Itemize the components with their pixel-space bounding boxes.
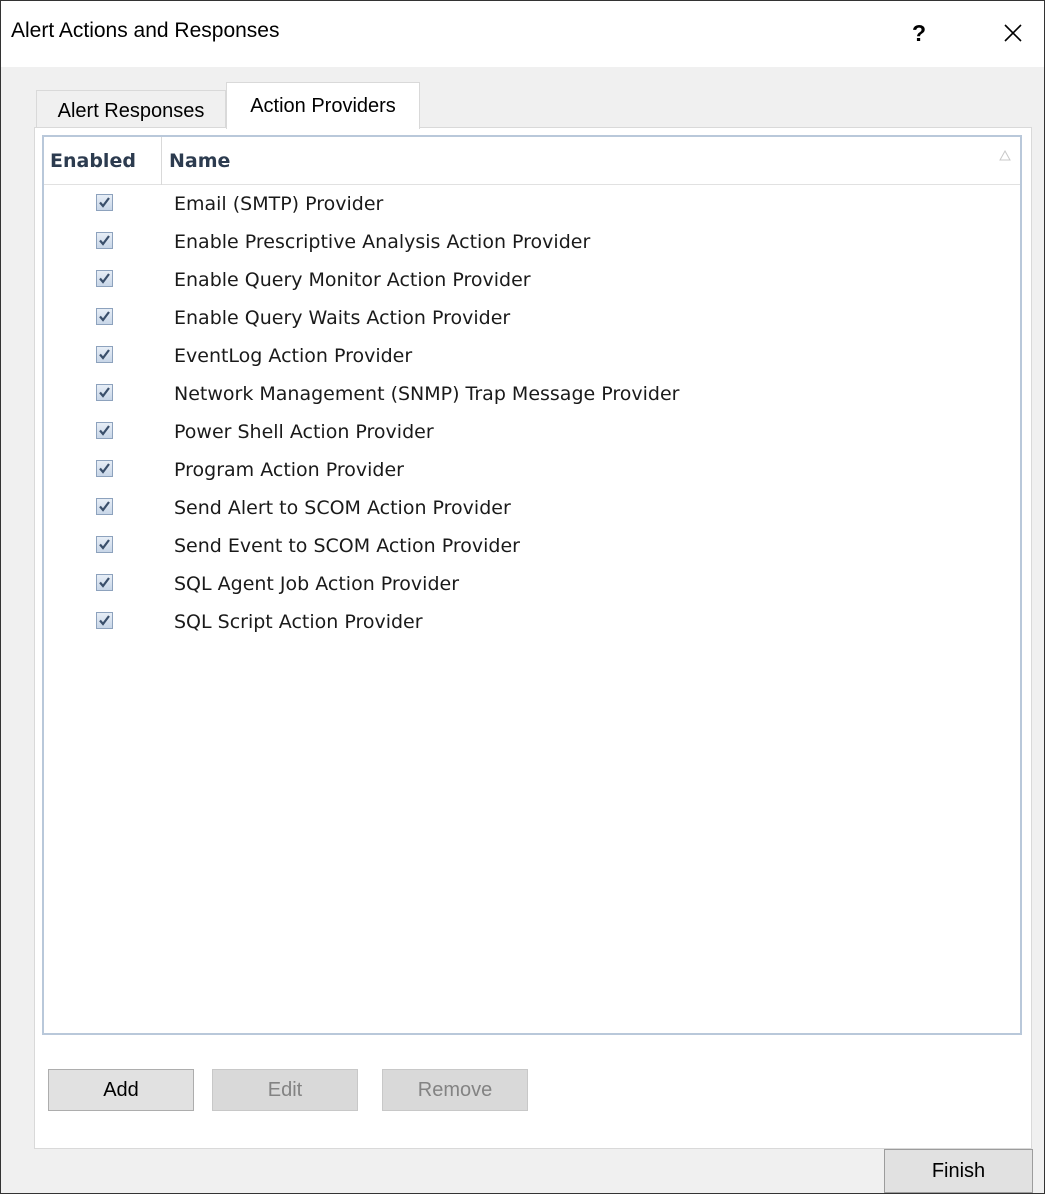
checkmark-icon [99,615,110,626]
provider-name: Enable Prescriptive Analysis Action Prov… [174,231,591,253]
list-item[interactable]: SQL Agent Job Action Provider [44,565,1020,603]
list-item[interactable]: SQL Script Action Provider [44,603,1020,641]
close-button[interactable] [991,13,1035,53]
tab-action-providers[interactable]: Action Providers [226,82,420,129]
enabled-checkbox[interactable] [96,194,113,211]
enabled-checkbox[interactable] [96,498,113,515]
checkmark-icon [99,501,110,512]
checkmark-icon [99,539,110,550]
enabled-checkbox[interactable] [96,574,113,591]
provider-name: Send Event to SCOM Action Provider [174,535,520,557]
list-item[interactable]: Enable Prescriptive Analysis Action Prov… [44,223,1020,261]
checkmark-icon [99,577,110,588]
add-button[interactable]: Add [48,1069,194,1111]
list-item[interactable]: Send Event to SCOM Action Provider [44,527,1020,565]
window-title: Alert Actions and Responses [11,19,280,42]
help-button[interactable]: ? [899,13,939,53]
column-header-enabled[interactable]: Enabled [44,137,162,185]
list-item[interactable]: Power Shell Action Provider [44,413,1020,451]
enabled-checkbox[interactable] [96,460,113,477]
provider-name: Network Management (SNMP) Trap Message P… [174,383,680,405]
enabled-checkbox[interactable] [96,270,113,287]
provider-name: Enable Query Monitor Action Provider [174,269,531,291]
list-item[interactable]: Program Action Provider [44,451,1020,489]
enabled-checkbox[interactable] [96,384,113,401]
checkmark-icon [99,273,110,284]
provider-name: SQL Agent Job Action Provider [174,573,460,595]
finish-button[interactable]: Finish [884,1149,1033,1193]
checkmark-icon [99,311,110,322]
provider-name: Program Action Provider [174,459,404,481]
provider-name: Power Shell Action Provider [174,421,434,443]
list-item[interactable]: Send Alert to SCOM Action Provider [44,489,1020,527]
provider-name: Enable Query Waits Action Provider [174,307,511,329]
checkmark-icon [99,235,110,246]
provider-name: Email (SMTP) Provider [174,193,384,215]
list-item[interactable]: EventLog Action Provider [44,337,1020,375]
provider-name: EventLog Action Provider [174,345,413,367]
tab-alert-responses[interactable]: Alert Responses [36,90,226,128]
checkmark-icon [99,197,110,208]
provider-name: Send Alert to SCOM Action Provider [174,497,511,519]
list-item[interactable]: Email (SMTP) Provider [44,185,1020,223]
remove-button[interactable]: Remove [382,1069,528,1111]
list-item[interactable]: Network Management (SNMP) Trap Message P… [44,375,1020,413]
list-header: Enabled Name [44,137,1020,185]
checkmark-icon [99,463,110,474]
checkmark-icon [99,349,110,360]
enabled-checkbox[interactable] [96,612,113,629]
enabled-checkbox[interactable] [96,536,113,553]
edit-button[interactable]: Edit [212,1069,358,1111]
sort-ascending-icon [999,149,1011,161]
dialog-window: Alert Actions and Responses ? Alert Resp… [0,0,1045,1194]
list-item[interactable]: Enable Query Waits Action Provider [44,299,1020,337]
list-rows: Email (SMTP) Provider Enable Prescriptive… [44,185,1020,641]
column-header-name-label: Name [169,150,231,172]
list-item[interactable]: Enable Query Monitor Action Provider [44,261,1020,299]
action-providers-list[interactable]: Enabled Name Email (SMTP) Provider Enable… [42,135,1022,1035]
close-icon [1004,24,1022,42]
checkmark-icon [99,387,110,398]
enabled-checkbox[interactable] [96,308,113,325]
checkmark-icon [99,425,110,436]
enabled-checkbox[interactable] [96,232,113,249]
enabled-checkbox[interactable] [96,346,113,363]
enabled-checkbox[interactable] [96,422,113,439]
column-header-name[interactable]: Name [163,137,1020,185]
title-bar: Alert Actions and Responses ? [1,1,1044,67]
provider-name: SQL Script Action Provider [174,611,423,633]
